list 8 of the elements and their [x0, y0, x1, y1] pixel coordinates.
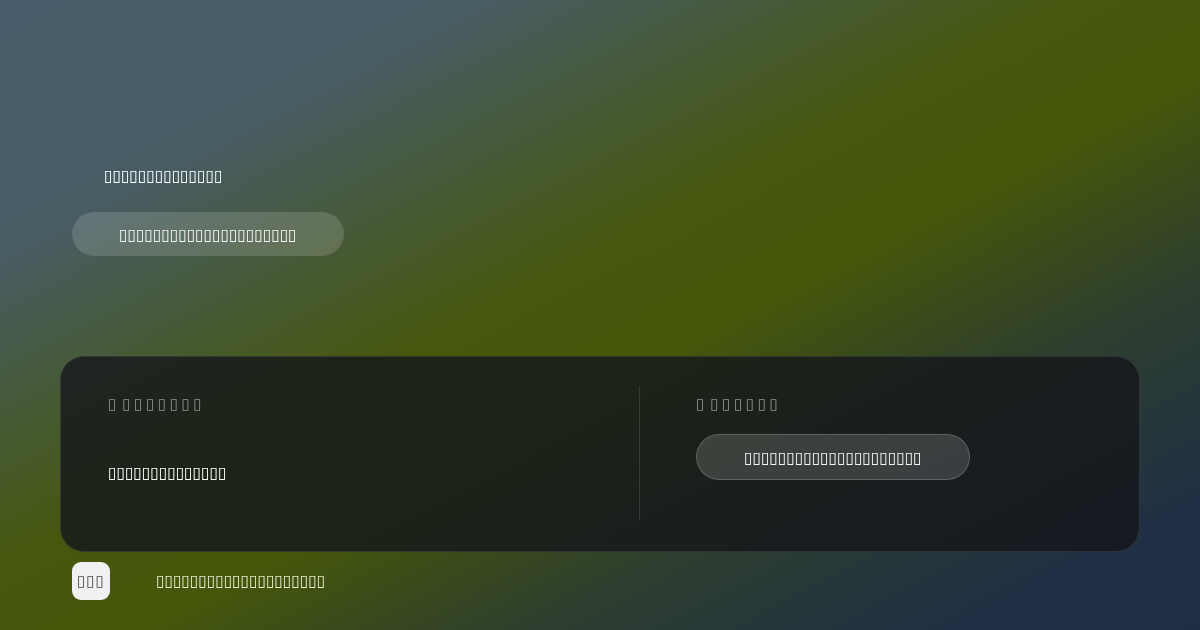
section-value: ▯▯▯▯▯▯▯▯▯▯▯▯▯▯ — [108, 465, 227, 481]
section-label: ▯ ▯▯▯▯▯▯▯ — [108, 396, 206, 412]
footer-text: ▯▯▯▯▯▯▯▯▯▯▯▯▯▯▯▯▯▯▯▯ — [156, 573, 326, 589]
section-label: ▯ ▯▯▯▯▯▯ — [696, 396, 782, 412]
heading-text: ▯▯▯▯▯▯▯▯▯▯▯▯▯▯ — [104, 168, 223, 184]
pill-button[interactable]: ▯▯▯▯▯▯▯▯▯▯▯▯▯▯▯▯▯▯▯▯▯ — [696, 434, 970, 480]
pill-button[interactable]: ▯▯▯▯▯▯▯▯▯▯▯▯▯▯▯▯▯▯▯▯▯ — [72, 212, 344, 256]
logo-badge: ▯▯▯ — [72, 562, 110, 600]
